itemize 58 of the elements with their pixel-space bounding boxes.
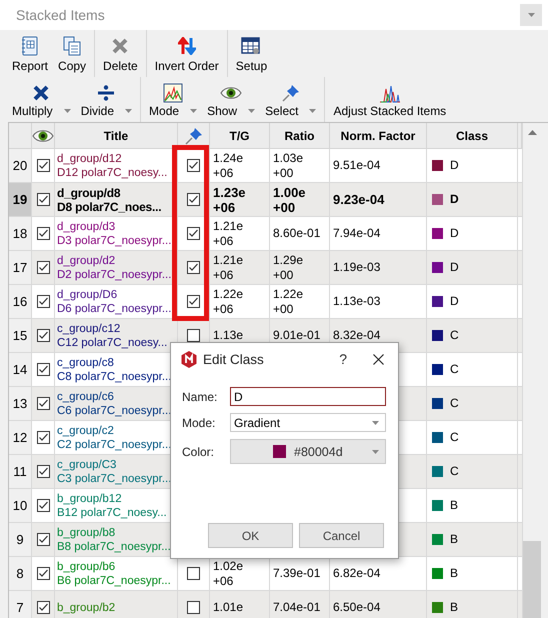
table-cell: 7.04e-01 xyxy=(273,600,320,615)
table-cell: 1.02e+06 xyxy=(213,558,244,588)
class-label: B xyxy=(450,600,458,615)
table-cell: 1.13e xyxy=(213,328,244,343)
row-number: 12 xyxy=(9,421,32,455)
row-number: 14 xyxy=(9,353,32,387)
row-number: 20 xyxy=(9,149,32,183)
class-label: B xyxy=(450,566,458,581)
class-label: D xyxy=(450,260,459,275)
field-label: Name: xyxy=(182,390,218,404)
row-number: 7 xyxy=(9,591,32,618)
row-number: 9 xyxy=(9,523,32,557)
table-cell: 1.01e xyxy=(213,600,244,615)
table-cell: 1.22e+06 xyxy=(213,286,244,316)
dialog-title: Edit Class xyxy=(203,352,265,366)
table-cell: 1.22e+00 xyxy=(273,286,304,316)
row-number: 16 xyxy=(9,285,32,319)
class-label: D xyxy=(450,226,459,241)
class-label: C xyxy=(450,328,459,343)
table-cell: 8.60e-01 xyxy=(273,226,320,241)
class-label: C xyxy=(450,362,459,377)
row-number: 15 xyxy=(9,319,32,353)
table-cell: 9.51e-04 xyxy=(333,158,380,173)
table-cell: 1.29e+00 xyxy=(273,252,304,282)
row-number: 13 xyxy=(9,387,32,421)
class-label: C xyxy=(450,464,459,479)
table-cell: 1.24e+06 xyxy=(213,150,244,180)
class-label: B xyxy=(450,498,458,513)
table-cell: 6.82e-04 xyxy=(333,566,380,581)
table-cell: 1.21e+06 xyxy=(213,252,244,282)
color-value: #80004d xyxy=(294,444,344,458)
class-label: C xyxy=(450,430,459,445)
class-label: C xyxy=(450,396,459,411)
table-cell: 1.13e-03 xyxy=(333,294,380,309)
table-cell: 6.50e-04 xyxy=(333,600,380,615)
table-cell: 8.32e-04 xyxy=(333,328,380,343)
field-label: Color: xyxy=(182,444,216,458)
class-label: D xyxy=(450,192,459,207)
row-number: 19 xyxy=(9,183,32,217)
class-label: D xyxy=(450,294,459,309)
table-cell: 1.00e+00 xyxy=(273,184,306,214)
table-cell: 1.23e+06 xyxy=(213,184,246,214)
title-cell: b_group/b2 xyxy=(55,591,178,618)
table-cell: 7.94e-04 xyxy=(333,226,380,241)
table-cell: 1.03e+00 xyxy=(273,150,304,180)
class-label: B xyxy=(450,532,458,547)
table-cell: 7.39e-01 xyxy=(273,566,320,581)
window-title: Stacked Items xyxy=(16,7,105,23)
row-number: 11 xyxy=(9,455,32,489)
row-number: 18 xyxy=(9,217,32,251)
table-cell: 1.21e+06 xyxy=(213,218,244,248)
table-cell: 9.23e-04 xyxy=(333,192,384,207)
class-label: D xyxy=(450,158,459,173)
table-cell: 9.01e-01 xyxy=(273,328,320,343)
row-number: 17 xyxy=(9,251,32,285)
row-number: 10 xyxy=(9,489,32,523)
table-cell: 1.19e-03 xyxy=(333,260,380,275)
row-number: 8 xyxy=(9,557,32,591)
